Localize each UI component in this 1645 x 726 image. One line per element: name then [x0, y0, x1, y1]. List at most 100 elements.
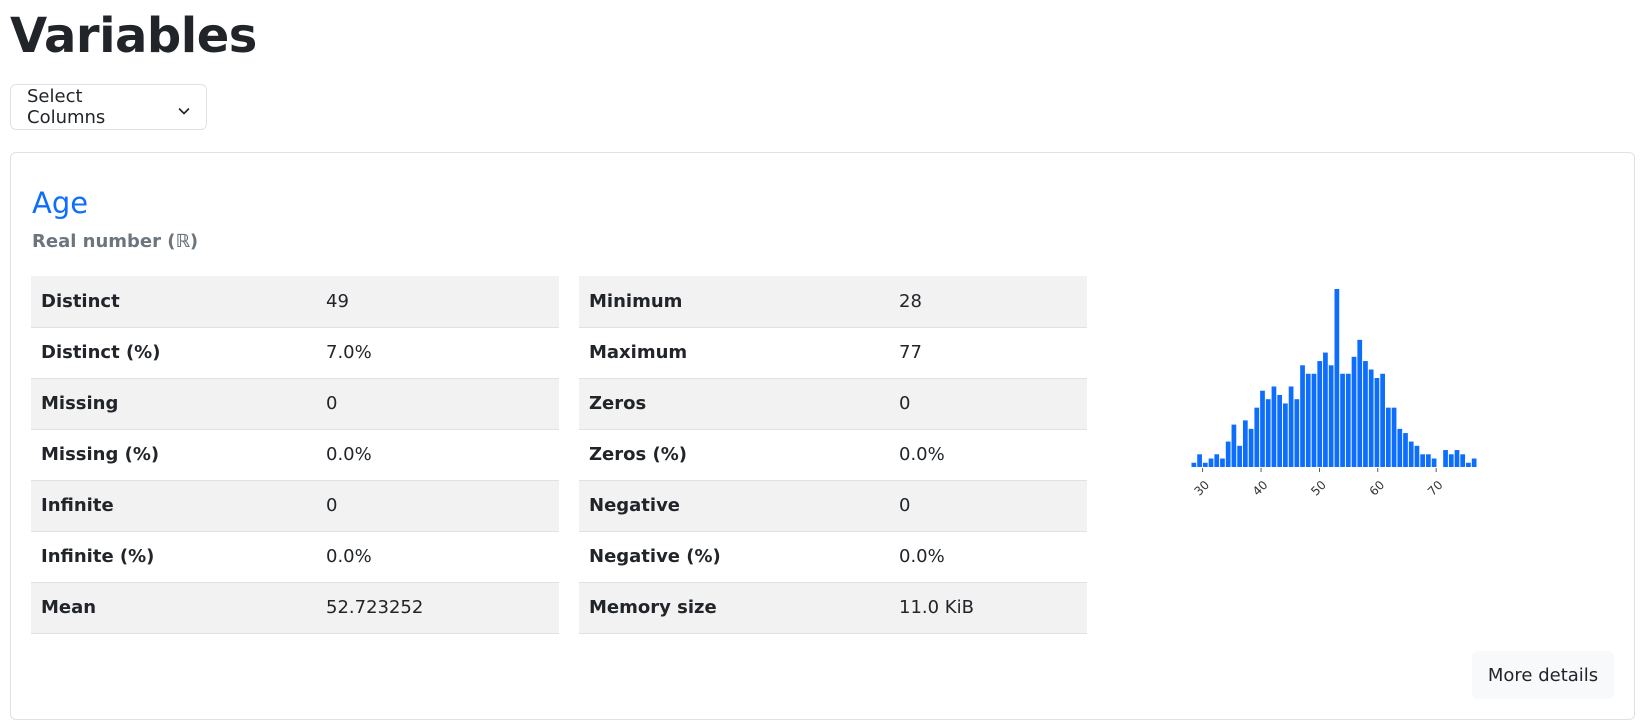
histogram-bar: [1340, 373, 1345, 467]
stat-value: 52.723252: [316, 582, 559, 634]
table-row: Missing 0: [31, 378, 559, 430]
stat-label: Memory size: [579, 582, 889, 634]
stat-label: Negative (%): [579, 531, 889, 583]
histogram-bar: [1374, 378, 1380, 467]
histogram-bar: [1294, 399, 1300, 467]
histogram-bar: [1311, 373, 1317, 467]
stat-value: 49: [316, 276, 559, 328]
histogram-bar: [1271, 386, 1277, 467]
more-details-button[interactable]: More details: [1472, 651, 1614, 699]
histogram-bar: [1220, 458, 1225, 467]
chevron-down-icon: [178, 101, 190, 115]
stat-value: 11.0 KiB: [889, 582, 1087, 634]
histogram-bar: [1408, 441, 1414, 467]
select-columns-label: Select Columns: [27, 86, 106, 128]
table-row: Missing (%) 0.0%: [31, 429, 559, 481]
histogram-bar: [1391, 407, 1397, 467]
histogram-bar: [1317, 361, 1323, 467]
histogram-bar: [1283, 403, 1288, 467]
page-title: Variables: [10, 8, 257, 64]
histogram-bar: [1265, 399, 1271, 467]
histogram-bar: [1242, 420, 1248, 467]
histogram-bar: [1471, 458, 1477, 467]
histogram-bar: [1385, 407, 1391, 467]
stat-value: 0.0%: [316, 429, 559, 481]
stat-value: 0: [889, 480, 1087, 532]
histogram-bar: [1231, 424, 1237, 467]
histogram-bar: [1368, 369, 1374, 467]
stat-value: 0: [889, 378, 1087, 430]
x-axis-tick-label: 40: [1250, 478, 1271, 499]
table-row: Negative 0: [579, 480, 1087, 532]
histogram-bar: [1448, 454, 1454, 467]
stat-value: 28: [889, 276, 1087, 328]
histogram-bar: [1202, 462, 1208, 467]
x-axis-tick-label: 60: [1367, 478, 1388, 499]
histogram-bar: [1288, 386, 1294, 467]
histogram-bar: [1397, 428, 1403, 467]
histogram-bar: [1460, 454, 1466, 467]
stat-label: Zeros (%): [579, 429, 889, 481]
histogram-bar: [1420, 454, 1426, 467]
histogram-bar: [1345, 373, 1351, 467]
stat-label: Infinite: [31, 480, 316, 532]
histogram-bar: [1208, 458, 1214, 467]
table-row: Infinite (%) 0.0%: [31, 531, 559, 583]
table-row: Memory size 11.0 KiB: [579, 582, 1087, 634]
histogram-bar: [1414, 445, 1420, 467]
stats-table-right: Minimum 28 Maximum 77 Zeros 0 Zeros (%) 0.0%…: [579, 276, 1087, 634]
table-row: Distinct (%) 7.0%: [31, 327, 559, 379]
histogram-bar: [1191, 462, 1197, 467]
stat-label: Negative: [579, 480, 889, 532]
histogram-bar: [1454, 450, 1460, 467]
stat-value: 77: [889, 327, 1087, 379]
histogram-bar: [1380, 373, 1385, 467]
table-row: Mean 52.723252: [31, 582, 559, 634]
stat-label: Missing: [31, 378, 316, 430]
histogram-bar: [1443, 450, 1448, 467]
table-row: Distinct 49: [31, 276, 559, 328]
stat-label: Mean: [31, 582, 316, 634]
stat-value: 0.0%: [316, 531, 559, 583]
stat-label: Maximum: [579, 327, 889, 379]
histogram-bar: [1225, 441, 1231, 467]
table-row: Infinite 0: [31, 480, 559, 532]
stat-label: Infinite (%): [31, 531, 316, 583]
variable-name-link[interactable]: Age: [32, 183, 88, 223]
stat-value: 0: [316, 378, 559, 430]
stat-value: 0: [316, 480, 559, 532]
stat-value: 0.0%: [889, 531, 1087, 583]
stat-value: 7.0%: [316, 327, 559, 379]
histogram-bar: [1351, 356, 1357, 467]
histogram-chart: 30 40 50 60 70: [1191, 289, 1477, 499]
stat-label: Missing (%): [31, 429, 316, 481]
x-axis-tick-label: 30: [1191, 478, 1212, 499]
histogram-bar: [1403, 433, 1408, 467]
variable-card: Age Real number (ℝ) Distinct 49 Distinct …: [10, 152, 1635, 720]
x-axis-tick-label: 70: [1425, 478, 1446, 499]
histogram-bar: [1305, 373, 1311, 467]
histogram-bar: [1300, 365, 1305, 467]
stats-table-left: Distinct 49 Distinct (%) 7.0% Missing 0 Mis…: [31, 276, 559, 634]
stat-label: Zeros: [579, 378, 889, 430]
histogram-bar: [1426, 454, 1431, 467]
variable-type: Real number (ℝ): [32, 231, 199, 252]
table-row: Minimum 28: [579, 276, 1087, 328]
stat-label: Distinct (%): [31, 327, 316, 379]
histogram-bar: [1248, 428, 1254, 467]
table-row: Zeros (%) 0.0%: [579, 429, 1087, 481]
table-row: Zeros 0: [579, 378, 1087, 430]
stat-label: Distinct: [31, 276, 316, 328]
histogram-bar: [1277, 394, 1283, 467]
table-row: Maximum 77: [579, 327, 1087, 379]
table-row: Negative (%) 0.0%: [579, 531, 1087, 583]
histogram-bar: [1323, 352, 1328, 467]
select-columns-button[interactable]: Select Columns: [10, 84, 207, 130]
histogram-bar: [1214, 454, 1220, 467]
histogram-bar: [1328, 365, 1334, 467]
histogram-bar: [1237, 445, 1242, 467]
histogram-bar: [1334, 289, 1340, 467]
histogram-bar: [1357, 339, 1363, 467]
histogram-bar: [1254, 407, 1260, 467]
x-axis-tick-label: 50: [1308, 478, 1329, 499]
